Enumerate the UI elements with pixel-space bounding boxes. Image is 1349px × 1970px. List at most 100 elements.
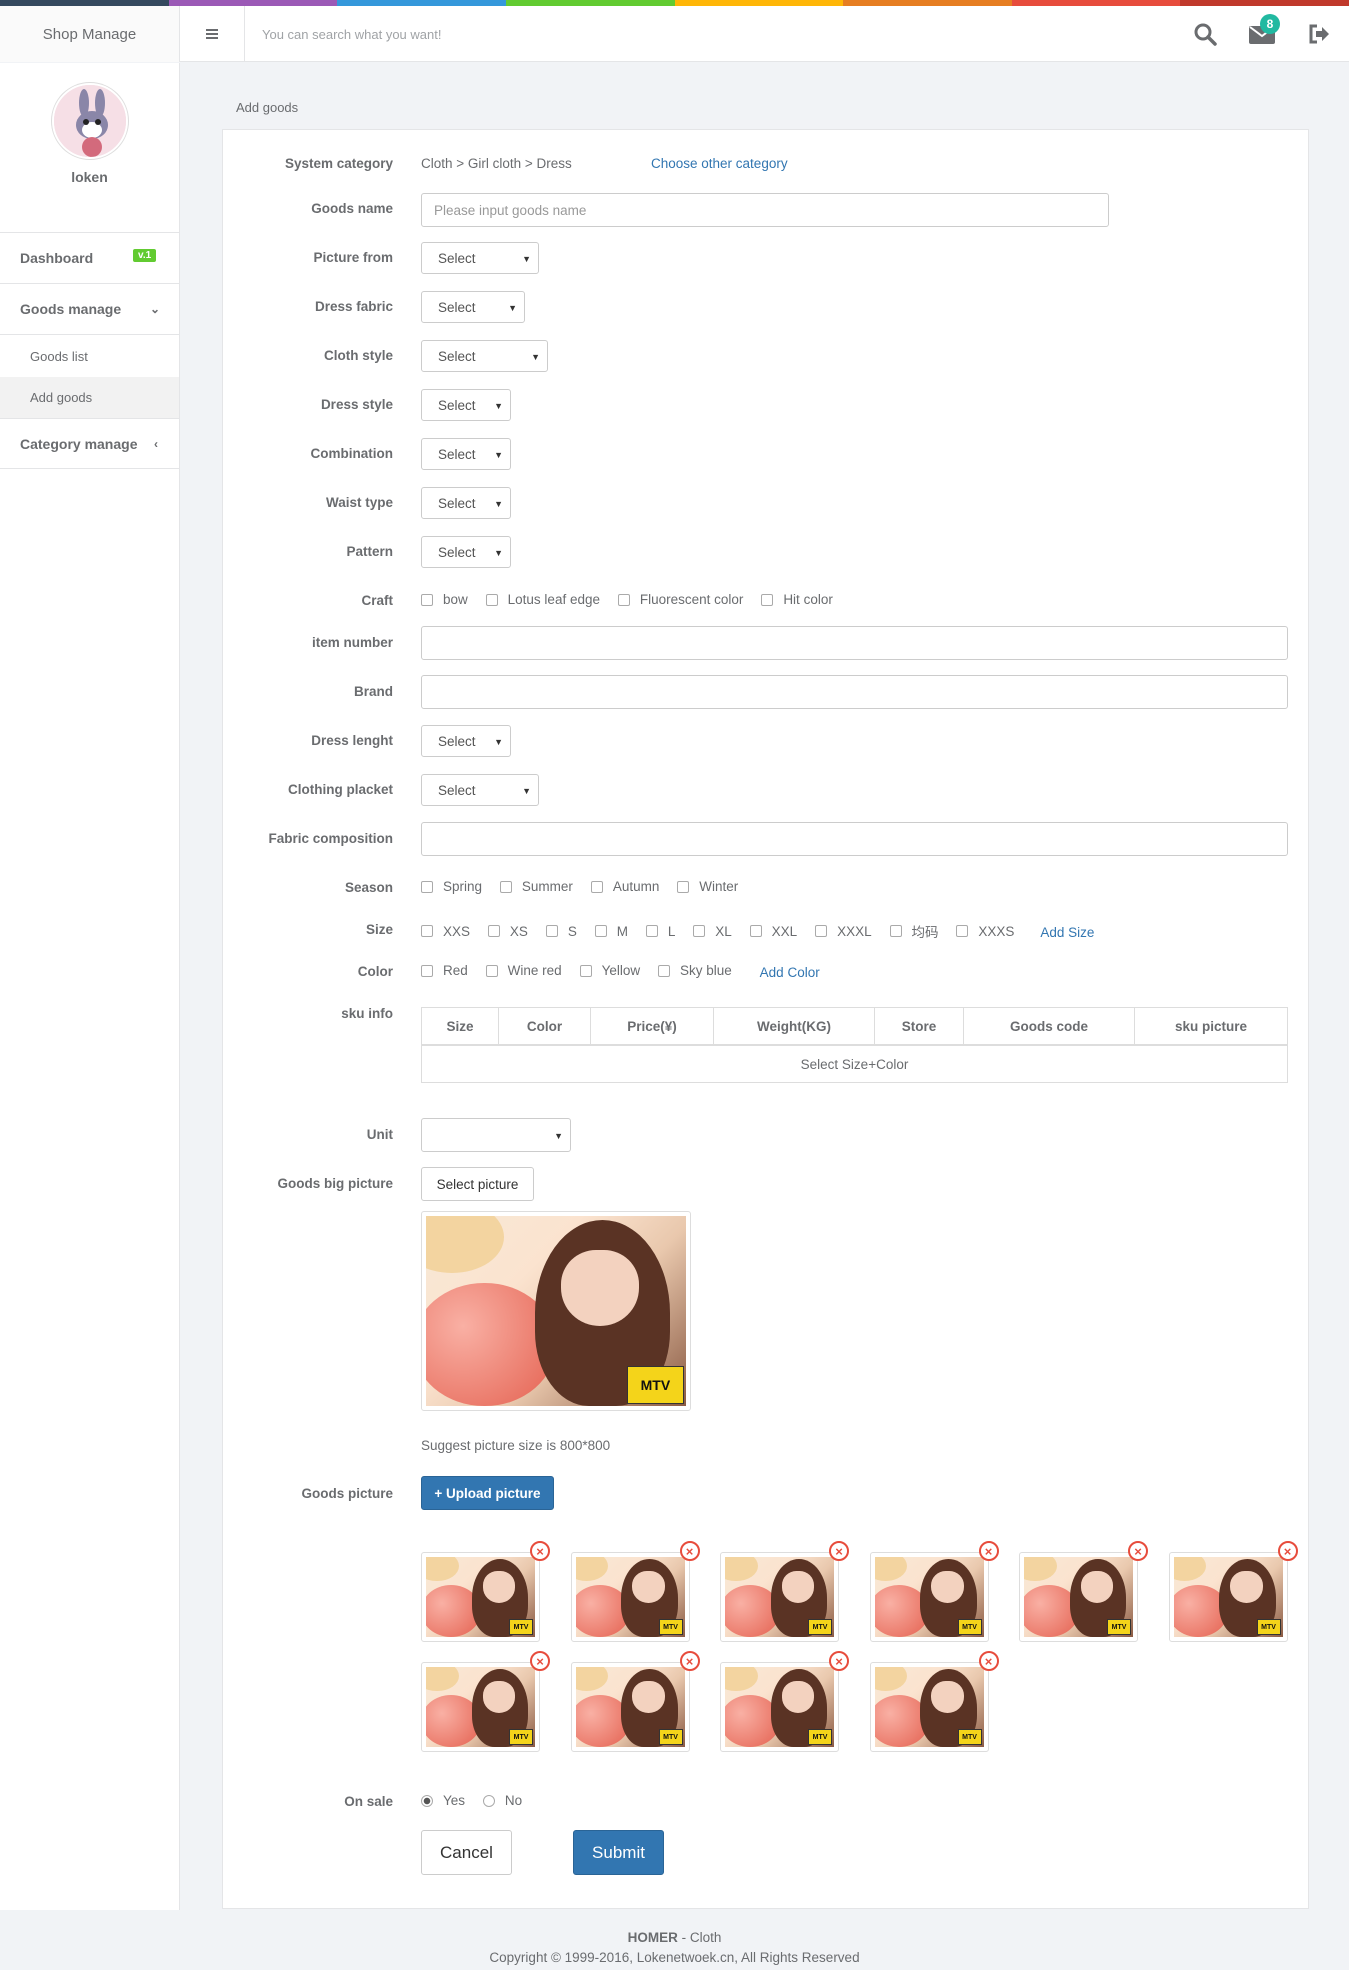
sidebar-item-label: Add goods [30,390,93,405]
mail-button[interactable]: 8 [1240,14,1284,54]
remove-picture-icon[interactable]: × [530,1541,550,1561]
season-checkbox-autumn[interactable]: Autumn [590,879,659,894]
brand-label: Brand [353,684,393,699]
goods-picture-thumbnail[interactable]: MTV × [720,1541,849,1642]
item-number-input[interactable] [421,626,1288,660]
pattern-label: Pattern [346,544,393,559]
goods-picture-thumbnail[interactable]: MTV × [720,1651,849,1752]
dress-length-select[interactable]: Select ▼ [421,725,511,757]
color-checkbox-red[interactable]: Red [421,963,468,978]
picture-size-hint: Suggest picture size is 800*800 [421,1438,611,1453]
season-checkbox-spring[interactable]: Spring [421,879,482,894]
sidebar-item-goods-manage[interactable]: Goods manage ⌄ [0,284,179,335]
goods-picture-thumbnail[interactable]: MTV × [421,1651,550,1752]
mtv-logo: MTV [509,1729,533,1745]
remove-picture-icon[interactable]: × [829,1541,849,1561]
sku-info-label: sku info [341,1006,393,1021]
profile-section: loken [0,83,179,233]
add-size-link[interactable]: Add Size [1040,925,1094,940]
waist-type-select[interactable]: Select ▼ [421,487,511,519]
remove-picture-icon[interactable]: × [978,1541,999,1561]
season-checkbox-summer[interactable]: Summer [499,879,573,894]
goods-big-picture-preview[interactable]: MTV [421,1211,691,1411]
remove-picture-icon[interactable]: × [530,1651,550,1671]
remove-picture-icon[interactable]: × [679,1541,700,1561]
picture-from-select[interactable]: Select ▼ [421,242,539,274]
caret-down-icon: ▼ [494,548,503,558]
goods-picture-thumbnail[interactable]: MTV × [1019,1541,1148,1642]
goods-picture-thumbnail[interactable]: MTV × [1168,1541,1298,1642]
sku-table-header: Size Color Price(¥) Weight(KG) Store Goo… [422,1008,1287,1046]
size-checkbox-xxl[interactable]: XXL [749,924,797,939]
clothing-placket-label: Clothing placket [287,782,393,797]
page-title: Add goods [236,100,299,115]
size-checkbox-xxxl[interactable]: XXXL [815,924,872,939]
remove-picture-icon[interactable]: × [679,1651,700,1671]
mail-count-badge: 8 [1260,14,1280,34]
submit-button[interactable]: Submit [573,1830,664,1875]
sidebar-item-goods-list[interactable]: Goods list [0,336,179,377]
select-value: Select [438,782,476,798]
upload-picture-button[interactable]: + Upload picture [421,1476,554,1510]
sidebar-item-add-goods[interactable]: Add goods [0,377,179,418]
select-value: Select [438,544,476,560]
craft-checkbox-bow[interactable]: bow [421,592,468,607]
brand-title[interactable]: Shop Manage [0,6,180,62]
size-checkbox-xs[interactable]: XS [487,924,528,939]
goods-picture-thumbnail[interactable]: MTV × [570,1541,700,1642]
craft-checkbox-hit-color[interactable]: Hit color [761,592,833,607]
clothing-placket-select[interactable]: Select ▼ [421,774,539,806]
goods-picture-thumbnail[interactable]: MTV × [570,1651,700,1752]
season-checkbox-winter[interactable]: Winter [677,879,738,894]
color-checkbox-wine-red[interactable]: Wine red [485,963,562,978]
dress-fabric-select[interactable]: Select ▼ [421,291,525,323]
cancel-button[interactable]: Cancel [421,1830,512,1875]
fabric-composition-input[interactable] [421,822,1288,856]
goods-photo: MTV [426,1557,535,1637]
on-sale-radio-yes[interactable]: Yes [421,1793,465,1808]
goods-picture-thumbnail[interactable]: MTV × [421,1541,550,1642]
size-checkbox-xxxs[interactable]: XXXS [956,924,1014,939]
craft-checkbox-lotus-leaf-edge[interactable]: Lotus leaf edge [485,592,600,607]
size-checkbox-xl[interactable]: XL [693,924,732,939]
select-value: Select [438,348,476,364]
color-checkbox-sky-blue[interactable]: Sky blue [658,963,732,978]
size-checkbox-s[interactable]: S [545,924,577,939]
size-checkbox-xxs[interactable]: XXS [421,924,470,939]
avatar[interactable] [51,83,128,159]
logout-button[interactable] [1297,14,1341,54]
sidebar-item-label: Category manage [20,435,138,452]
size-checkbox-m[interactable]: M [594,924,628,939]
remove-picture-icon[interactable]: × [829,1651,849,1671]
search-input[interactable] [262,24,862,44]
sidebar-item-category-manage[interactable]: Category manage ‹ [0,418,179,469]
brand-input[interactable] [421,675,1288,709]
mtv-logo: MTV [1256,1619,1281,1635]
size-checkbox-one-size[interactable]: 均码 [889,921,939,941]
unit-select[interactable]: ▼ [421,1118,571,1152]
goods-name-input[interactable]: Please input goods name [421,193,1109,227]
goods-picture-thumbnail[interactable]: MTV × [869,1541,999,1642]
season-label: Season [344,880,393,895]
size-options: XXS XS S M L XL XXL XXXL 均码 XXXS Add Siz… [421,921,1094,941]
color-checkbox-yellow[interactable]: Yellow [579,963,640,978]
remove-picture-icon[interactable]: × [1128,1541,1148,1561]
goods-picture-thumbnail[interactable]: MTV × [869,1651,999,1752]
add-color-link[interactable]: Add Color [760,965,820,980]
footer-brand: HOMER [627,1930,678,1945]
on-sale-radio-no[interactable]: No [482,1793,522,1808]
craft-checkbox-fluorescent-color[interactable]: Fluorescent color [617,592,743,607]
combination-select[interactable]: Select ▼ [421,438,511,470]
goods-photo: MTV [874,1557,984,1637]
pattern-select[interactable]: Select ▼ [421,536,511,568]
menu-toggle-button[interactable] [180,6,245,62]
remove-picture-icon[interactable]: × [978,1651,999,1671]
search-button[interactable] [1183,14,1227,54]
cloth-style-select[interactable]: Select ▼ [421,340,548,372]
size-checkbox-l[interactable]: L [645,924,675,939]
remove-picture-icon[interactable]: × [1277,1541,1298,1561]
sidebar-item-dashboard[interactable]: Dashboard v.1 [0,233,179,284]
dress-style-select[interactable]: Select ▼ [421,389,511,421]
choose-category-link[interactable]: Choose other category [651,156,788,171]
select-picture-button[interactable]: Select picture [421,1167,534,1201]
